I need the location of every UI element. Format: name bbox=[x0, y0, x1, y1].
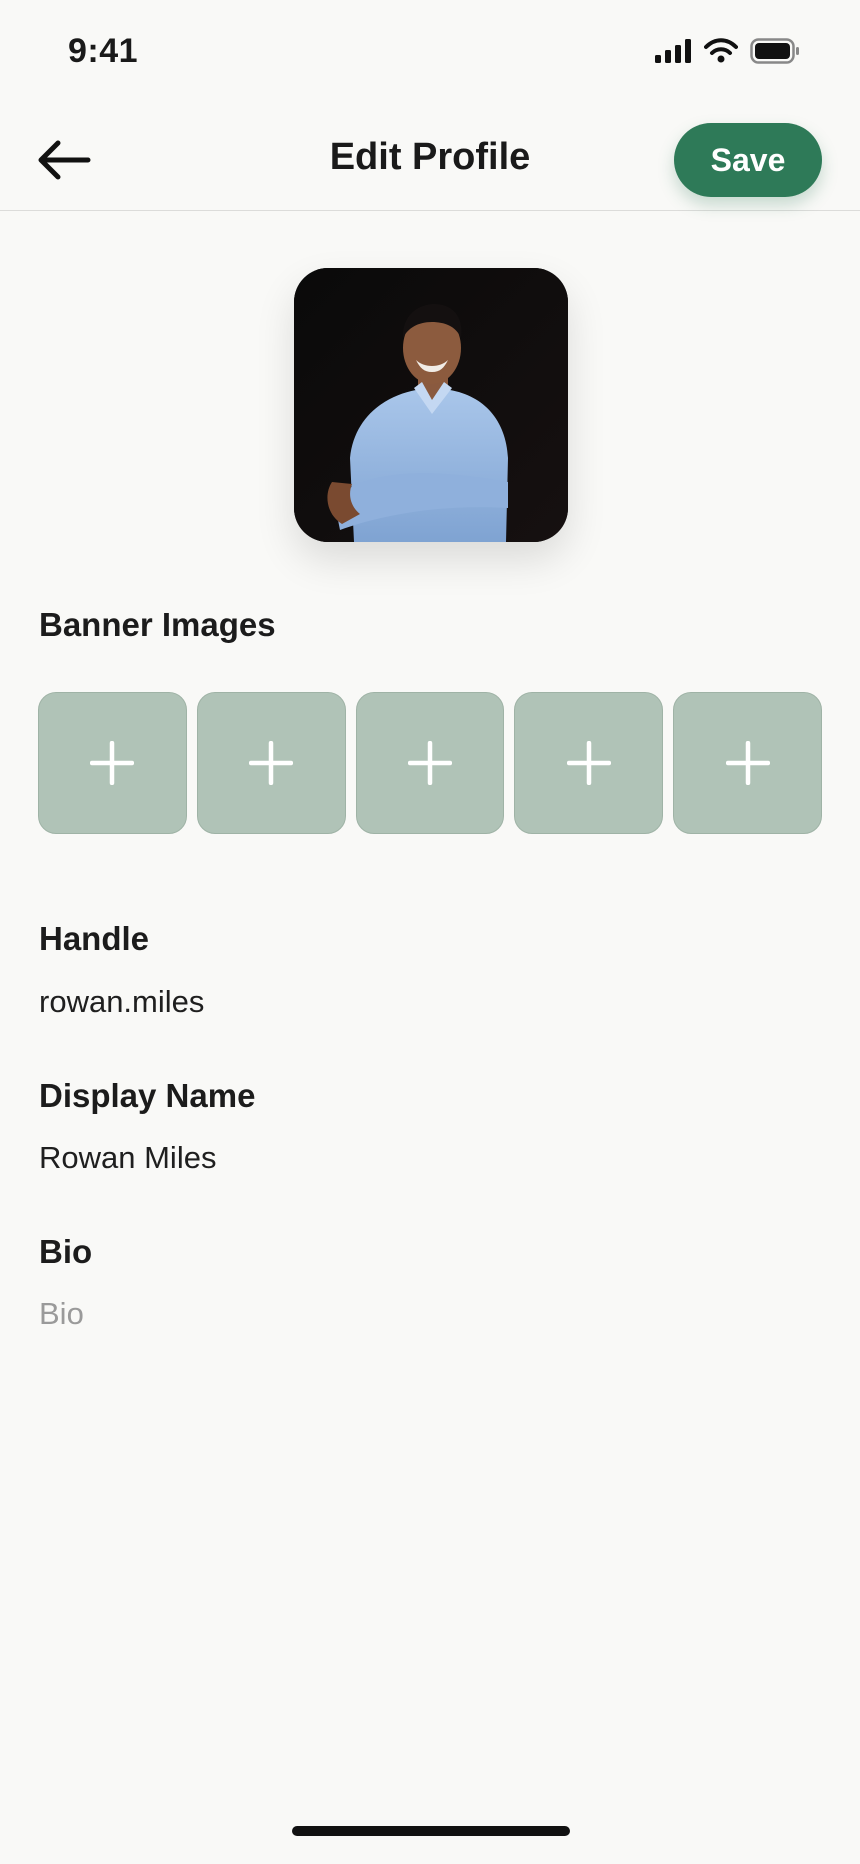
home-indicator bbox=[292, 1826, 570, 1836]
banner-slot-5[interactable] bbox=[673, 692, 822, 834]
nav-bar: Edit Profile Save bbox=[0, 110, 860, 211]
profile-photo bbox=[294, 268, 568, 542]
plus-icon bbox=[407, 741, 452, 785]
display-name-label: Display Name bbox=[39, 1077, 256, 1114]
plus-icon bbox=[566, 741, 611, 785]
banner-images-label: Banner Images bbox=[39, 606, 276, 643]
handle-field[interactable]: rowan.miles bbox=[39, 984, 204, 1020]
plus-icon bbox=[249, 741, 294, 785]
battery-icon bbox=[750, 38, 799, 64]
banner-slot-2[interactable] bbox=[196, 692, 346, 834]
status-time: 9:41 bbox=[68, 32, 139, 70]
bio-field[interactable]: Bio bbox=[39, 1296, 84, 1332]
status-bar: 9:41 bbox=[0, 0, 860, 100]
save-button[interactable]: Save bbox=[674, 123, 822, 197]
bio-label: Bio bbox=[39, 1233, 93, 1270]
status-icons bbox=[654, 38, 800, 64]
banner-slot-3[interactable] bbox=[355, 692, 505, 834]
banner-slot-4[interactable] bbox=[514, 692, 664, 834]
plus-icon bbox=[725, 741, 770, 785]
avatar[interactable] bbox=[294, 268, 568, 542]
banner-images-row bbox=[38, 692, 822, 834]
handle-label: Handle bbox=[39, 920, 150, 957]
cellular-signal-icon bbox=[655, 39, 691, 63]
banner-slot-1[interactable] bbox=[38, 692, 187, 834]
display-name-field[interactable]: Rowan Miles bbox=[39, 1140, 216, 1176]
plus-icon bbox=[90, 741, 135, 785]
wifi-icon bbox=[704, 38, 738, 63]
